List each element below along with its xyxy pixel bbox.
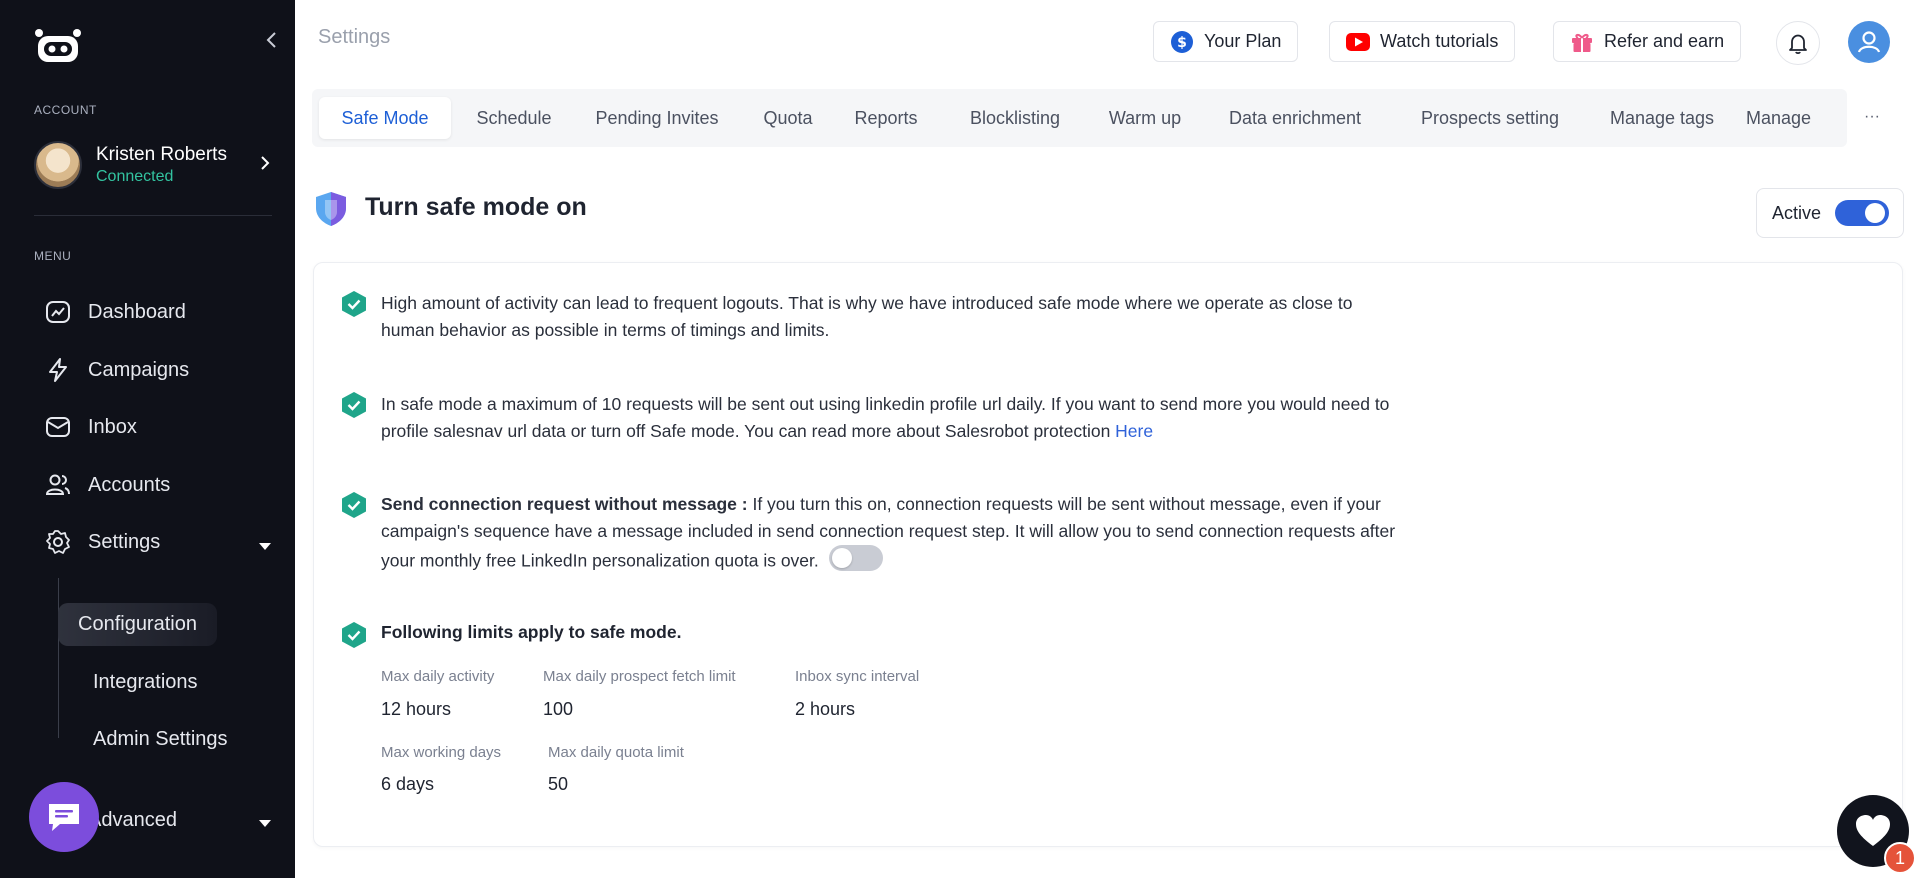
connection-request-title: Send connection request without message … xyxy=(381,494,748,514)
limits-title: Following limits apply to safe mode. xyxy=(381,622,682,642)
bell-icon xyxy=(1789,34,1807,55)
avatar xyxy=(34,141,82,189)
users-icon xyxy=(45,474,70,495)
chevron-down-icon[interactable] xyxy=(258,815,272,827)
chat-heart-icon xyxy=(1856,815,1890,846)
inbox-icon xyxy=(46,417,70,437)
active-label: Active xyxy=(1772,202,1822,223)
watch-tutorials-button[interactable]: Watch tutorials xyxy=(1329,21,1516,62)
connection-request-setting: Send connection request without message … xyxy=(381,491,1401,579)
sidebar-item-dashboard[interactable]: Dashboard xyxy=(44,292,186,332)
section-title: Turn safe mode on xyxy=(365,193,587,221)
lightning-icon xyxy=(49,358,67,382)
account-status: Connected xyxy=(96,168,174,185)
gear-icon xyxy=(46,530,70,554)
youtube-icon xyxy=(1346,32,1370,51)
sidebar-item-label: Accounts xyxy=(88,473,171,496)
check-badge-icon xyxy=(342,622,366,648)
sidebar: ACCOUNT Kristen Roberts Connected MENU D… xyxy=(0,0,295,878)
sidebar-item-label: Advanced xyxy=(88,808,177,831)
limit-info-text: In safe mode a maximum of 10 requests wi… xyxy=(381,394,1390,441)
safe-mode-limit-info: In safe mode a maximum of 10 requests wi… xyxy=(381,391,1401,445)
chevron-down-icon[interactable] xyxy=(258,538,272,550)
limit-value: 12 hours xyxy=(381,699,452,719)
dollar-icon: $ xyxy=(1170,30,1194,54)
safe-mode-description: High amount of activity can lead to freq… xyxy=(381,293,1353,340)
divider xyxy=(34,215,272,216)
safe-mode-active-control: Active xyxy=(1756,188,1904,238)
more-tabs-icon[interactable]: ··· xyxy=(1864,108,1880,126)
refer-and-earn-button[interactable]: Refer and earn xyxy=(1553,21,1742,62)
tab-prospects-setting[interactable]: Prospects setting xyxy=(1402,97,1578,139)
account-name: Kristen Roberts xyxy=(96,144,227,165)
chat-bubble-icon xyxy=(49,804,79,831)
refer-and-earn-label: Refer and earn xyxy=(1604,31,1725,51)
notifications-button[interactable] xyxy=(1776,21,1820,65)
chevron-right-icon xyxy=(256,154,274,172)
sidebar-subitem-label: Configuration xyxy=(58,602,217,646)
tab-manage[interactable]: Manage xyxy=(1746,97,1847,139)
sidebar-item-inbox[interactable]: Inbox xyxy=(44,407,137,447)
your-plan-label: Your Plan xyxy=(1204,31,1282,51)
account-switcher[interactable]: Kristen Roberts Connected xyxy=(34,138,274,192)
safe-mode-toggle[interactable] xyxy=(1835,200,1890,226)
tab-quota[interactable]: Quota xyxy=(753,97,823,139)
sidebar-item-campaigns[interactable]: Campaigns xyxy=(44,350,189,390)
limit-label: Max daily quota limit xyxy=(548,744,684,761)
limit-label: Inbox sync interval xyxy=(795,668,920,685)
sidebar-item-label: Campaigns xyxy=(88,358,190,381)
support-notification-badge: 1 xyxy=(1884,842,1916,874)
salesrobot-logo-icon[interactable] xyxy=(34,28,82,64)
tab-data-enrichment[interactable]: Data enrichment xyxy=(1208,97,1382,139)
sidebar-item-settings[interactable]: Settings xyxy=(44,522,160,562)
collapse-sidebar-icon[interactable] xyxy=(262,30,282,50)
sidebar-subitem-integrations[interactable]: Integrations xyxy=(58,659,198,705)
check-badge-icon xyxy=(342,392,366,418)
tab-blocklisting[interactable]: Blocklisting xyxy=(948,97,1082,139)
user-icon xyxy=(1857,31,1881,53)
sidebar-subitem-label: Admin Settings xyxy=(93,727,228,750)
limit-value: 6 days xyxy=(381,774,435,794)
dashboard-icon xyxy=(46,301,70,323)
salesrobot-protection-link[interactable]: Here xyxy=(1115,421,1153,441)
limit-value: 100 xyxy=(543,699,574,719)
page-title: Settings xyxy=(318,26,391,48)
sidebar-subitem-configuration[interactable]: Configuration xyxy=(58,601,217,647)
sidebar-subitem-admin-settings[interactable]: Admin Settings xyxy=(58,716,228,762)
user-profile-button[interactable] xyxy=(1848,21,1890,63)
tab-schedule[interactable]: Schedule xyxy=(461,97,567,139)
limit-label: Max daily prospect fetch limit xyxy=(543,668,736,685)
shield-icon xyxy=(312,190,350,228)
limit-value: 2 hours xyxy=(795,699,856,719)
connection-request-toggle[interactable] xyxy=(828,545,883,571)
check-badge-icon xyxy=(342,492,366,518)
menu-section-label: MENU xyxy=(34,249,72,263)
tab-warm-up[interactable]: Warm up xyxy=(1100,97,1190,139)
limit-value: 50 xyxy=(548,774,569,794)
chat-widget-button[interactable] xyxy=(29,782,99,852)
limit-label: Max working days xyxy=(381,744,502,761)
account-section-label: ACCOUNT xyxy=(34,103,97,117)
check-badge-icon xyxy=(342,291,366,317)
sidebar-item-label: Inbox xyxy=(88,415,137,438)
sidebar-item-label: Dashboard xyxy=(88,300,186,323)
tab-manage-tags[interactable]: Manage tags xyxy=(1598,97,1726,139)
settings-tabs: Safe Mode Schedule Pending Invites Quota… xyxy=(312,89,1847,147)
limit-label: Max daily activity xyxy=(381,668,495,685)
sidebar-item-accounts[interactable]: Accounts xyxy=(44,465,170,505)
gift-icon xyxy=(1570,30,1594,54)
sidebar-subitem-label: Integrations xyxy=(93,670,198,693)
watch-tutorials-label: Watch tutorials xyxy=(1380,31,1499,51)
tab-reports[interactable]: Reports xyxy=(842,97,930,139)
svg-text:$: $ xyxy=(1177,35,1187,51)
tab-pending-invites[interactable]: Pending Invites xyxy=(582,97,732,139)
tab-safe-mode[interactable]: Safe Mode xyxy=(319,97,451,139)
your-plan-button[interactable]: $ Your Plan xyxy=(1153,21,1299,62)
sidebar-item-label: Settings xyxy=(88,530,161,553)
